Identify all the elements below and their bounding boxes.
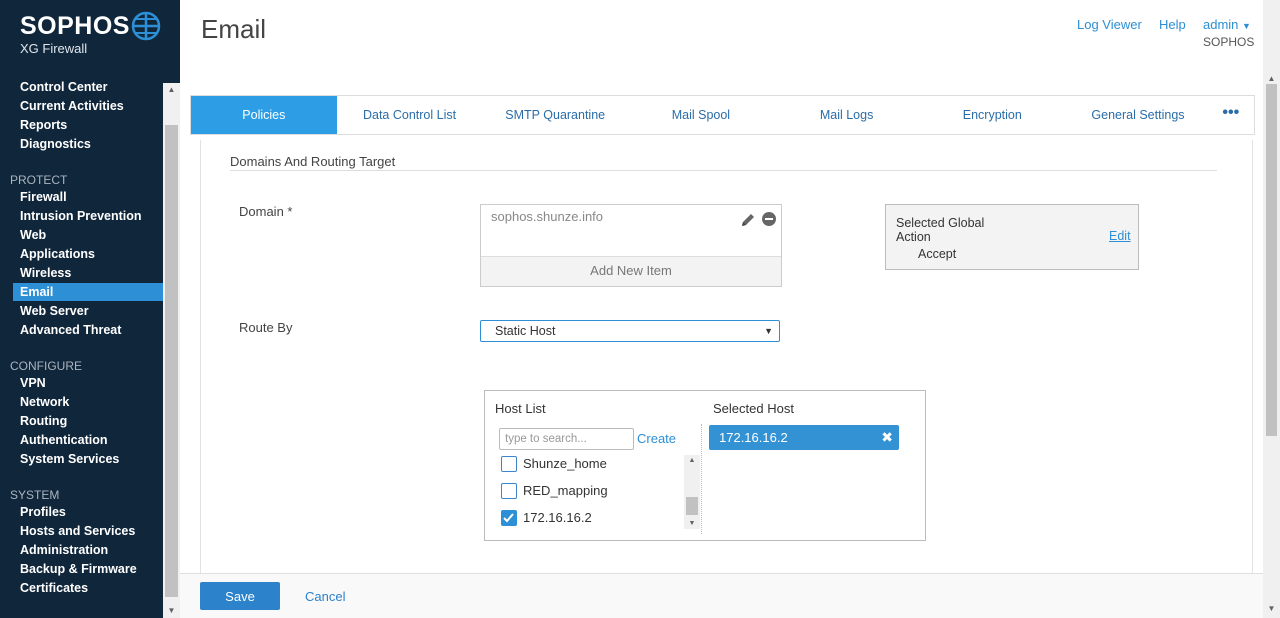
route-by-value: Static Host xyxy=(495,324,556,338)
globe-icon xyxy=(131,11,161,41)
tab-mail-logs[interactable]: Mail Logs xyxy=(774,96,920,134)
log-viewer-link[interactable]: Log Viewer xyxy=(1077,17,1142,32)
sidebar-item-intrusion-prevention[interactable]: Intrusion Prevention xyxy=(13,207,163,225)
logo: SOPHOS XG Firewall xyxy=(20,12,130,56)
main-scroll-thumb[interactable] xyxy=(1266,84,1277,436)
section-protect: PROTECT xyxy=(10,173,68,187)
remove-icon[interactable] xyxy=(762,212,776,226)
host-scroll-down-icon[interactable]: ▼ xyxy=(684,520,700,527)
checkbox-checked[interactable] xyxy=(501,510,517,526)
host-name: RED_mapping xyxy=(523,483,608,498)
host-scroll-up-icon[interactable]: ▲ xyxy=(684,457,700,464)
route-by-select[interactable]: Static Host ▼ xyxy=(480,320,780,342)
global-action-edit-link[interactable]: Edit xyxy=(1109,229,1131,243)
sidebar-item-network[interactable]: Network xyxy=(13,393,163,411)
sidebar-item-firewall[interactable]: Firewall xyxy=(13,188,163,206)
sidebar: SOPHOS XG Firewall Control Center Curren… xyxy=(0,0,163,618)
help-link[interactable]: Help xyxy=(1159,17,1186,32)
tab-policies[interactable]: Policies xyxy=(191,96,337,134)
sidebar-item-reports[interactable]: Reports xyxy=(13,116,163,134)
global-action-value: Accept xyxy=(918,247,957,261)
save-button[interactable]: Save xyxy=(200,582,280,610)
user-name: admin xyxy=(1203,17,1239,32)
dropdown-caret-icon: ▼ xyxy=(764,326,773,336)
add-new-item-button[interactable]: Add New Item xyxy=(481,256,781,286)
sidebar-item-routing[interactable]: Routing xyxy=(13,412,163,430)
host-search-input[interactable]: type to search... xyxy=(499,428,634,450)
host-list-scrollbar[interactable]: ▲ ▼ xyxy=(684,455,700,529)
main-scrollbar[interactable]: ▲ ▼ xyxy=(1263,0,1280,618)
tab-mail-spool[interactable]: Mail Spool xyxy=(628,96,774,134)
host-name: Shunze_home xyxy=(523,456,607,471)
sidebar-item-authentication[interactable]: Authentication xyxy=(13,431,163,449)
tab-bar: Policies Data Control List SMTP Quaranti… xyxy=(190,95,1255,135)
host-list-heading: Host List xyxy=(495,401,546,416)
sidebar-header-strip xyxy=(163,0,180,83)
section-title: Domains And Routing Target xyxy=(230,154,396,169)
edit-pencil-icon[interactable] xyxy=(740,212,756,228)
route-by-label: Route By xyxy=(239,320,293,335)
sidebar-item-email[interactable]: Email xyxy=(13,283,163,301)
section-configure: CONFIGURE xyxy=(10,359,82,373)
create-host-link[interactable]: Create xyxy=(637,431,676,446)
sidebar-item-web-server[interactable]: Web Server xyxy=(13,302,163,320)
tab-encryption[interactable]: Encryption xyxy=(919,96,1065,134)
tab-data-control-list[interactable]: Data Control List xyxy=(337,96,483,134)
sidebar-item-current-activities[interactable]: Current Activities xyxy=(13,97,163,115)
org-name: SOPHOS xyxy=(1203,35,1255,49)
close-icon[interactable]: ✖ xyxy=(881,425,893,450)
sidebar-item-backup-firmware[interactable]: Backup & Firmware xyxy=(13,560,163,578)
tab-smtp-quarantine[interactable]: SMTP Quarantine xyxy=(482,96,628,134)
sidebar-item-web[interactable]: Web xyxy=(13,226,163,244)
global-action-label: Selected Global Action xyxy=(896,216,985,244)
domain-label: Domain * xyxy=(239,204,293,219)
checkbox[interactable] xyxy=(501,456,517,472)
sidebar-item-profiles[interactable]: Profiles xyxy=(13,503,163,521)
sidebar-item-diagnostics[interactable]: Diagnostics xyxy=(13,135,163,153)
product-name: XG Firewall xyxy=(20,41,88,56)
section-divider xyxy=(230,170,1217,171)
selected-host-heading: Selected Host xyxy=(713,401,794,416)
main-scroll-down-icon[interactable]: ▼ xyxy=(1263,602,1280,616)
sidebar-item-hosts-and-services[interactable]: Hosts and Services xyxy=(13,522,163,540)
sidebar-item-vpn[interactable]: VPN xyxy=(13,374,163,392)
selected-host-name: 172.16.16.2 xyxy=(719,430,788,445)
host-name: 172.16.16.2 xyxy=(523,510,592,525)
section-system: SYSTEM xyxy=(10,488,60,502)
brand-name: SOPHOS xyxy=(20,12,130,40)
sidebar-item-certificates[interactable]: Certificates xyxy=(13,579,163,597)
global-action-box: Selected Global Action Accept Edit xyxy=(885,204,1139,270)
domain-value: sophos.shunze.info xyxy=(491,209,604,224)
check-icon xyxy=(503,513,514,523)
user-menu[interactable]: admin ▼ xyxy=(1203,17,1251,32)
sidebar-scroll-thumb[interactable] xyxy=(165,125,178,597)
sidebar-item-wireless[interactable]: Wireless xyxy=(13,264,163,282)
host-list-divider xyxy=(701,424,702,534)
sidebar-item-advanced-threat[interactable]: Advanced Threat xyxy=(13,321,163,339)
sidebar-item-system-services[interactable]: System Services xyxy=(13,450,163,468)
page-title: Email xyxy=(201,14,267,44)
checkbox[interactable] xyxy=(501,483,517,499)
selected-host-chip: 172.16.16.2 ✖ xyxy=(709,425,899,450)
more-tabs-icon[interactable]: ••• xyxy=(1211,96,1251,134)
sidebar-item-control-center[interactable]: Control Center xyxy=(13,78,163,96)
sidebar-item-administration[interactable]: Administration xyxy=(13,541,163,559)
scroll-down-icon[interactable]: ▼ xyxy=(163,604,180,618)
sidebar-item-applications[interactable]: Applications xyxy=(13,245,163,263)
domain-list: sophos.shunze.info Add New Item xyxy=(480,204,782,287)
host-scroll-thumb[interactable] xyxy=(686,497,698,515)
scroll-up-icon[interactable]: ▲ xyxy=(163,83,180,97)
chevron-down-icon: ▼ xyxy=(1242,21,1251,31)
host-selector: Host List type to search... Create Shunz… xyxy=(484,390,926,541)
cancel-button[interactable]: Cancel xyxy=(305,589,345,604)
tab-general-settings[interactable]: General Settings xyxy=(1065,96,1211,134)
sidebar-scrollbar[interactable]: ▲ ▼ xyxy=(163,83,180,618)
